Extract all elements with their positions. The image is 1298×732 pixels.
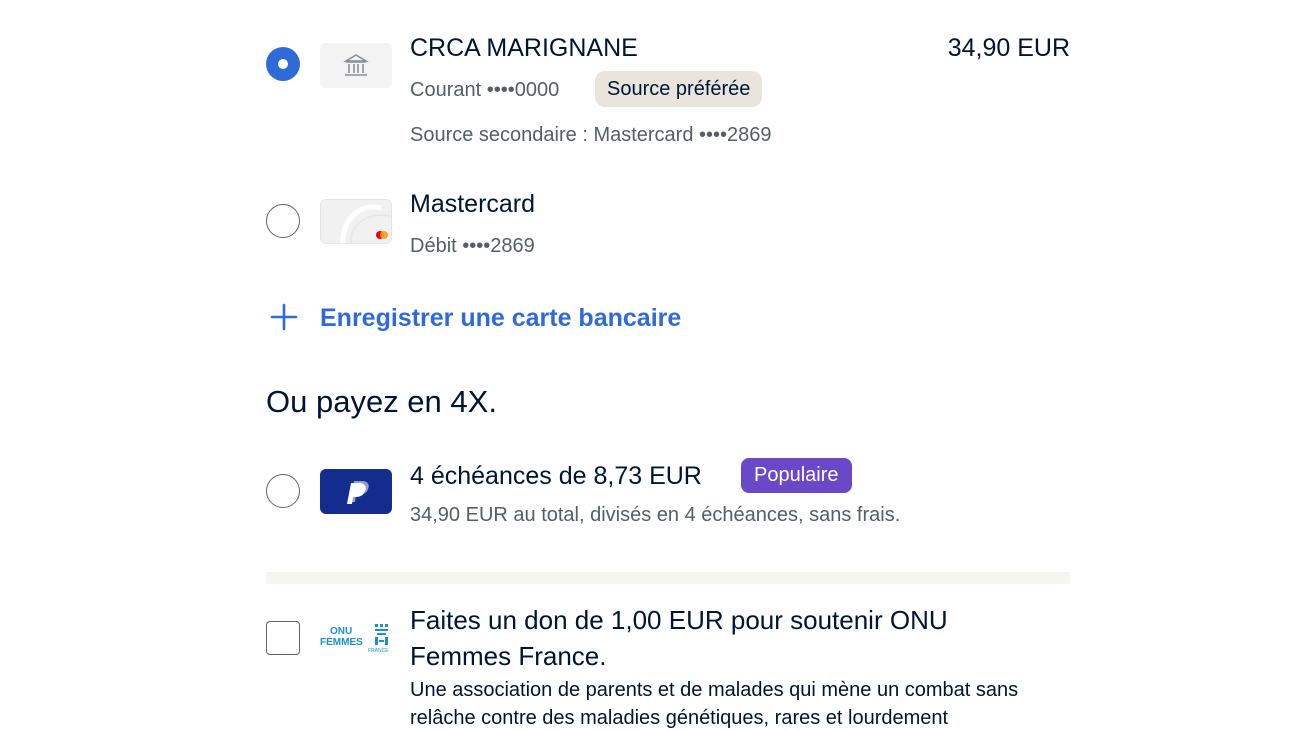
donation-checkbox[interactable] [266,621,300,655]
svg-text:FEMMES: FEMMES [320,637,363,648]
mastercard-source-radio[interactable] [266,204,300,238]
pay-in-4-detail: 34,90 EUR au total, divisés en 4 échéanc… [410,504,901,526]
mastercard-icon [320,199,392,244]
secondary-source-text: Source secondaire : Mastercard ••••2869 [410,124,772,146]
preferred-source-badge: Source préférée [595,71,763,107]
svg-text:FRANCE: FRANCE [368,648,389,654]
donation-title: Faites un don de 1,00 EUR pour soutenir … [410,605,948,671]
onu-femmes-logo: ONU FEMMES FRANCE [320,618,392,663]
bank-source-name: CRCA MARIGNANE [410,34,638,62]
section-divider [266,572,1070,584]
add-card-label: Enregistrer une carte bancaire [320,304,682,332]
pay-in-4-title: 4 échéances de 8,73 EUR [410,462,702,490]
bank-source-detail: Courant ••••0000 [410,79,560,101]
mastercard-source-detail: Débit ••••2869 [410,235,535,257]
pay-in-4-heading: Ou payez en 4X. [266,384,497,419]
pay-in-4-radio[interactable] [266,474,300,508]
svg-text:ONU: ONU [330,626,352,637]
plus-icon [270,303,298,331]
bank-source-amount: 34,90 EUR [947,34,1070,62]
paypal-icon [320,469,392,514]
mastercard-source-name: Mastercard [410,190,536,218]
donation-description: Une association de parents et de malades… [410,679,1019,729]
bank-icon [320,43,392,88]
popular-badge: Populaire [741,458,852,493]
bank-source-radio[interactable] [266,47,300,81]
